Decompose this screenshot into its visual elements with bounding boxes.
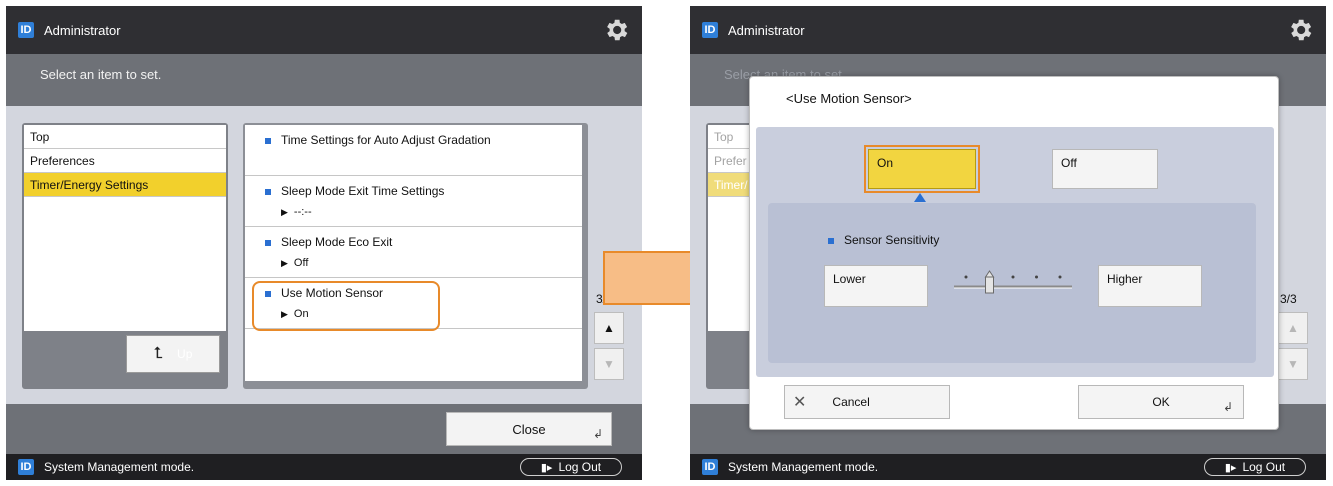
scroll-down-button[interactable]: ▼ <box>594 348 624 380</box>
id-badge: ID <box>702 459 718 475</box>
setting-title: Sleep Mode Exit Time Settings <box>281 184 445 198</box>
status-text: System Management mode. <box>728 460 879 474</box>
close-button[interactable]: Close ↲ <box>446 412 612 446</box>
up-label: Up <box>177 347 193 361</box>
gear-icon[interactable] <box>1286 16 1314 44</box>
triangle-down-icon: ▼ <box>1287 357 1299 371</box>
enter-icon: ↲ <box>1222 400 1233 414</box>
id-badge: ID <box>702 22 718 38</box>
header-title: Administrator <box>728 22 805 38</box>
cancel-button[interactable]: ✕ Cancel <box>784 385 950 419</box>
page-indicator: 3/3 <box>1280 292 1297 306</box>
setting-item-sleep-exit-time[interactable]: Sleep Mode Exit Time Settings ▶ --:-- <box>245 176 582 227</box>
gear-icon[interactable] <box>602 16 630 44</box>
right-screen: ID Administrator Select an item to set. … <box>690 6 1326 480</box>
logout-button[interactable]: ▮▸ Log Out <box>520 458 622 476</box>
triangle-up-icon: ▲ <box>1287 321 1299 335</box>
sensitivity-label: Sensor Sensitivity <box>828 233 939 247</box>
header-bar: ID Administrator <box>690 6 1326 54</box>
instruction-text: Select an item to set. <box>6 54 642 106</box>
ok-button[interactable]: OK ↲ <box>1078 385 1244 419</box>
close-icon: ✕ <box>793 394 807 411</box>
settings-panel: Time Settings for Auto Adjust Gradation … <box>243 123 588 389</box>
menu-item-preferences[interactable]: Preferences <box>24 149 226 173</box>
triangle-down-icon: ▼ <box>603 357 615 371</box>
slider-tick <box>964 275 968 279</box>
slider-tick <box>1058 275 1062 279</box>
on-button[interactable]: On <box>864 145 980 193</box>
logout-icon: ▮▸ <box>1224 461 1237 474</box>
ok-label: OK <box>1152 395 1170 409</box>
id-badge: ID <box>18 459 34 475</box>
sensitivity-panel: Sensor Sensitivity Lower Higher <box>768 203 1256 363</box>
status-bar: ID System Management mode. ▮▸ Log Out <box>6 454 642 480</box>
left-screen: ID Administrator Select an item to set. … <box>6 6 642 480</box>
logout-label: Log Out <box>558 460 602 474</box>
menu-item-timer-energy[interactable]: Timer/Energy Settings <box>24 173 226 197</box>
scroll-down-button: ▼ <box>1278 348 1308 380</box>
header-bar: ID Administrator <box>6 6 642 54</box>
setting-item-sleep-eco-exit[interactable]: Sleep Mode Eco Exit ▶ Off <box>245 227 582 278</box>
menu-panel: Top Preferences Timer/Energy Settings ⮤ … <box>22 123 228 389</box>
dialog-body: On Off Sensor Sensitivity Lower Higher <box>756 127 1274 377</box>
bullet-icon <box>265 137 271 144</box>
settings-list: Time Settings for Auto Adjust Gradation … <box>245 125 582 381</box>
logout-label: Log Out <box>1242 460 1286 474</box>
slider-thumb[interactable] <box>984 270 995 294</box>
lower-button[interactable]: Lower <box>824 265 928 307</box>
dialog-title: <Use Motion Sensor> <box>786 91 912 106</box>
sensitivity-slider[interactable] <box>954 265 1072 305</box>
slider-tick <box>1035 275 1038 279</box>
menu-list: Top Preferences Timer/Energy Settings <box>24 125 226 331</box>
slider-tick <box>1011 275 1015 279</box>
menu-item-top[interactable]: Top <box>24 125 226 149</box>
setting-title: Sleep Mode Eco Exit <box>281 235 393 249</box>
value-arrow-icon: ▶ <box>281 258 288 268</box>
status-text: System Management mode. <box>44 460 195 474</box>
setting-item-auto-adjust[interactable]: Time Settings for Auto Adjust Gradation <box>245 125 582 176</box>
off-button[interactable]: Off <box>1052 149 1158 189</box>
up-arrow-icon: ⮤ <box>153 345 164 362</box>
bullet-icon <box>265 188 271 195</box>
motion-sensor-dialog: <Use Motion Sensor> On Off Sensor Sensit… <box>749 76 1279 430</box>
bullet-icon <box>828 237 834 244</box>
selection-pointer-icon <box>914 193 926 202</box>
highlight-frame <box>252 281 440 331</box>
logout-button[interactable]: ▮▸ Log Out <box>1204 458 1306 476</box>
setting-value: --:-- <box>293 206 312 218</box>
scroll-up-button: ▲ <box>1278 312 1308 344</box>
enter-icon: ↲ <box>592 427 603 441</box>
setting-value: Off <box>293 257 309 269</box>
value-arrow-icon: ▶ <box>281 207 288 217</box>
logout-icon: ▮▸ <box>540 461 553 474</box>
up-button[interactable]: ⮤ Up <box>126 335 220 373</box>
bullet-icon <box>265 239 271 246</box>
setting-title: Time Settings for Auto Adjust Gradation <box>281 133 491 147</box>
cancel-label: Cancel <box>832 395 870 409</box>
higher-button[interactable]: Higher <box>1098 265 1202 307</box>
close-label: Close <box>512 421 546 437</box>
status-bar: ID System Management mode. ▮▸ Log Out <box>690 454 1326 480</box>
content-area: Top Preferences Timer/Energy Settings ⮤ … <box>6 106 642 404</box>
header-title: Administrator <box>44 22 121 38</box>
id-badge: ID <box>18 22 34 38</box>
sensitivity-text: Sensor Sensitivity <box>844 233 940 247</box>
